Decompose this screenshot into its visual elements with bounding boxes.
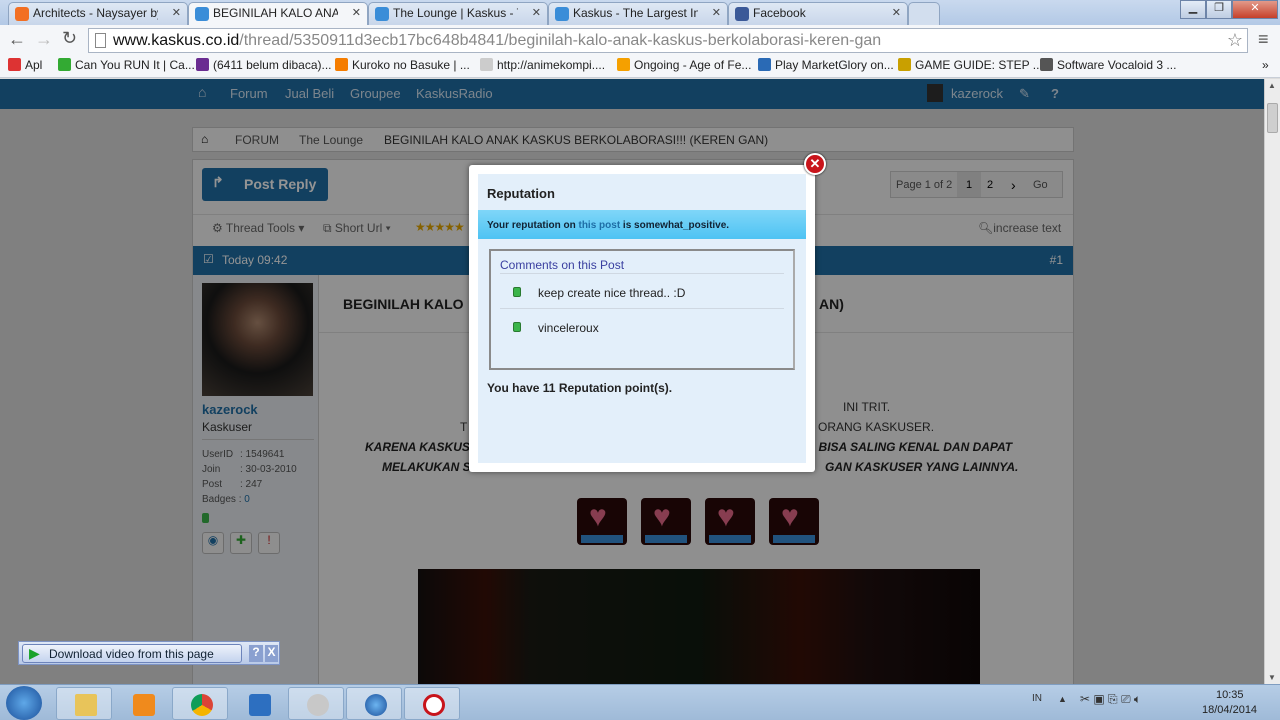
back-icon[interactable]: ← (8, 29, 26, 50)
help-button[interactable]: ? (249, 645, 263, 662)
browser-tab[interactable]: Architects - Naysayer by E✕ (8, 2, 188, 25)
reload-icon[interactable]: ↻ (62, 28, 77, 49)
url-input[interactable]: www.kaskus.co.id/thread/5350911d3ecb17bc… (88, 28, 1248, 53)
kaskus-icon (555, 7, 569, 21)
bookmark-favicon-icon (617, 58, 630, 71)
close-tab-icon[interactable]: ✕ (712, 6, 721, 19)
download-video-bar: ▶ Download video from this page ? X (18, 641, 280, 665)
tray-icons[interactable]: ✂ ▣ ⎘ ⎚ 🔈︎ (1080, 692, 1141, 707)
close-window-button[interactable]: ✕ (1232, 0, 1278, 19)
close-tab-icon[interactable]: ✕ (532, 6, 541, 19)
comments-title: Comments on this Post (500, 258, 625, 272)
menu-icon[interactable]: ≡ (1258, 29, 1269, 50)
comments-box: Comments on this Post keep create nice t… (489, 249, 795, 370)
soundcloud-icon (15, 7, 29, 21)
browser-tab[interactable]: Kaskus - The Largest Indon✕ (548, 2, 728, 25)
bookmark-star-icon[interactable]: ☆ (1227, 30, 1243, 51)
bookmark-item[interactable]: (6411 belum dibaca)... (196, 58, 332, 72)
page-icon (95, 33, 106, 48)
kaskus-icon (375, 7, 389, 21)
url-domain: www.kaskus.co.id (113, 32, 240, 49)
browser-tab[interactable]: The Lounge | Kaskus - The✕ (368, 2, 548, 25)
bookmark-item[interactable]: Kuroko no Basuke | ... (335, 58, 470, 72)
taskbar-network-app[interactable] (288, 687, 344, 720)
facebook-icon (735, 7, 749, 21)
bookmark-favicon-icon (898, 58, 911, 71)
taskbar-blocked-app[interactable] (404, 687, 460, 720)
bookmark-item[interactable]: Ongoing - Age of Fe... (617, 58, 751, 72)
bookmark-item[interactable]: GAME GUIDE: STEP ... (898, 58, 1043, 72)
address-bar-row: ← → ↻ www.kaskus.co.id/thread/5350911d3e… (0, 25, 1280, 55)
more-bookmarks[interactable]: » (1262, 58, 1269, 72)
bookmark-favicon-icon (480, 58, 493, 71)
positive-rep-icon (513, 322, 521, 332)
taskbar-globe-app[interactable] (346, 687, 402, 720)
taskbar-media-player[interactable] (114, 687, 170, 720)
close-tab-icon[interactable]: ✕ (892, 6, 901, 19)
taskbar-chrome[interactable] (172, 687, 228, 720)
forward-icon[interactable]: → (35, 29, 53, 50)
dialog-title: Reputation (487, 186, 555, 201)
bookmark-favicon-icon (758, 58, 771, 71)
download-video-button[interactable]: ▶ Download video from this page (22, 644, 242, 663)
play-icon: ▶ (29, 645, 40, 661)
bookmark-favicon-icon (58, 58, 71, 71)
close-tab-icon[interactable]: ✕ (172, 6, 181, 19)
page-scrollbar[interactable]: ▲ ▼ (1264, 79, 1280, 684)
positive-rep-icon (513, 287, 521, 297)
reputation-points: You have 11 Reputation point(s). (487, 381, 673, 395)
language-indicator[interactable]: IN (1032, 693, 1042, 704)
bookmark-item[interactable]: Apl (8, 58, 42, 72)
close-dialog-button[interactable]: ✕ (804, 153, 826, 175)
bookmark-favicon-icon (335, 58, 348, 71)
new-tab-button[interactable] (908, 2, 940, 25)
bookmark-item[interactable]: Software Vocaloid 3 ... (1040, 58, 1176, 72)
windows-taskbar: IN ▲ ✂ ▣ ⎘ ⎚ 🔈︎ 10:35 18/04/2014 (0, 684, 1280, 720)
close-download-bar-button[interactable]: X (265, 645, 278, 662)
start-button[interactable] (6, 686, 42, 720)
show-hidden-icons[interactable]: ▲ (1058, 694, 1067, 704)
reputation-notice: Your reputation on this post is somewhat… (478, 210, 806, 239)
taskbar-app[interactable] (230, 687, 286, 720)
bookmark-item[interactable]: Can You RUN It | Ca... (58, 58, 195, 72)
kaskus-icon (195, 7, 209, 21)
close-tab-icon[interactable]: ✕ (352, 6, 361, 19)
bookmark-favicon-icon (1040, 58, 1053, 71)
url-path: /thread/5350911d3ecb17bc648b4841/beginil… (239, 32, 882, 49)
bookmark-favicon-icon (8, 58, 21, 71)
taskbar-explorer[interactable] (56, 687, 112, 720)
scrollbar-thumb[interactable] (1267, 103, 1278, 133)
browser-tab[interactable]: BEGINILAH KALO ANAK K✕ (188, 2, 368, 25)
browser-tab[interactable]: Facebook ✕ (728, 2, 908, 25)
bookmarks-bar: Apl Can You RUN It | Ca... (6411 belum dib… (0, 55, 1280, 78)
this-post-link[interactable]: this post (578, 220, 620, 231)
tab-strip: Architects - Naysayer by E✕BEGINILAH KAL… (0, 0, 1280, 25)
minimize-button[interactable]: ▁ (1180, 0, 1206, 19)
clock-date[interactable]: 18/04/2014 (1202, 704, 1257, 716)
restore-button[interactable]: ❐ (1206, 0, 1232, 19)
bookmark-item[interactable]: Play MarketGlory on... (758, 58, 894, 72)
bookmark-item[interactable]: http://animekompi.... (480, 58, 605, 72)
bookmark-favicon-icon (196, 58, 209, 71)
reputation-dialog: Reputation Your reputation on this post … (469, 165, 815, 472)
clock-time[interactable]: 10:35 (1216, 689, 1244, 701)
